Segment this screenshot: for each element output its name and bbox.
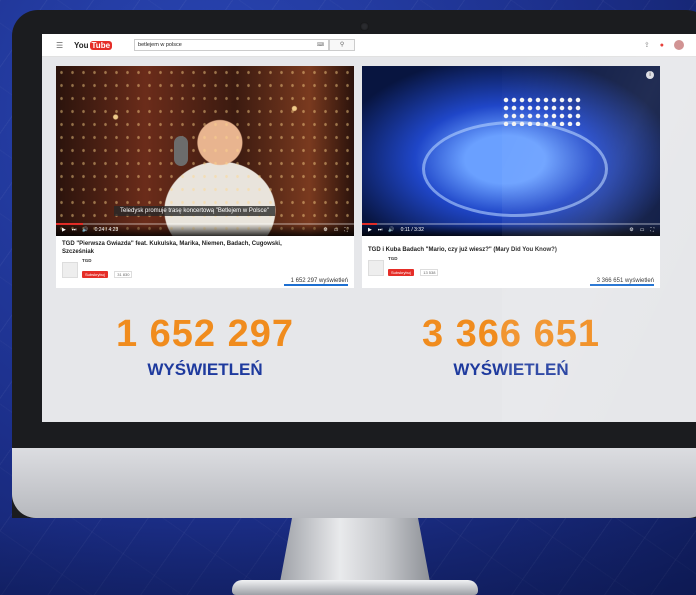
camera-icon — [360, 22, 369, 31]
channel-name[interactable]: TGD — [82, 258, 132, 263]
settings-icon[interactable]: ⚙ — [629, 227, 633, 233]
player-controls: ▶ ⏭ 🔊 0:11 / 3:32 ⚙ ▭ ⛶ — [362, 224, 660, 236]
time-display: 0:11 / 3:32 — [400, 227, 424, 233]
search-input[interactable]: betlejem w polsce ⌨ — [134, 39, 330, 51]
video-caption: Teledysk promuje trasę koncertową "Betle… — [114, 206, 275, 216]
views-number: 3 366 651 — [421, 313, 601, 355]
play-icon[interactable]: ▶ — [62, 227, 66, 233]
avatar[interactable] — [674, 40, 684, 50]
theater-icon[interactable]: ▭ — [334, 227, 339, 233]
subscriber-count: 13 538 — [420, 269, 439, 276]
search-button[interactable]: ⚲ — [329, 39, 356, 51]
subscriber-count: 31 830 — [114, 271, 133, 278]
microphone-image — [174, 136, 188, 166]
views-label: WYŚWIETLEŃ — [453, 360, 569, 379]
upload-icon[interactable]: ⇪ — [644, 41, 650, 49]
volume-icon[interactable]: 🔊 — [82, 227, 88, 233]
video-player-1[interactable]: Teledysk promuje trasę koncertową "Betle… — [56, 66, 354, 236]
channel-name[interactable]: TGD — [388, 256, 438, 261]
channel-row: TGD Subskrybuj 13 538 — [368, 256, 654, 279]
channel-avatar[interactable] — [368, 259, 384, 276]
views-label: WYŚWIETLEŃ — [147, 360, 263, 379]
search-icon: ⚲ — [339, 42, 345, 48]
views-number: 1 652 297 — [115, 313, 295, 355]
settings-icon[interactable]: ⚙ — [323, 227, 327, 233]
fullscreen-icon[interactable]: ⛶ — [344, 227, 348, 233]
video-meta-1: TGD "Pierwsza Gwiazda" feat. Kukulska, M… — [56, 236, 354, 288]
keyboard-icon[interactable]: ⌨ — [317, 40, 324, 50]
time-display: 0:24 / 4:23 — [94, 227, 119, 233]
fullscreen-icon[interactable]: ⛶ — [650, 227, 654, 233]
header-actions: ⇪ ● — [644, 40, 684, 50]
video-title[interactable]: TGD "Pierwsza Gwiazda" feat. Kukulska, M… — [62, 240, 292, 256]
youtube-header: ☰ You Tube betlejem w polsce ⌨ ⚲ ⇪ ● — [42, 34, 696, 57]
monitor-chin — [12, 448, 696, 518]
video-title[interactable]: TGD i Kuba Badach "Mario, czy już wiesz?… — [368, 246, 598, 254]
likes-bar — [590, 284, 654, 286]
youtube-logo[interactable]: You Tube — [74, 40, 113, 50]
screen: ☰ You Tube betlejem w polsce ⌨ ⚲ ⇪ ● Tel… — [42, 34, 696, 422]
video-player-2[interactable]: i ▶ ⏭ 🔊 0:11 / 3:32 ⚙ ▭ ⛶ — [362, 66, 660, 236]
monitor-stand — [280, 518, 430, 582]
choir-image — [502, 96, 582, 126]
channel-avatar[interactable] — [62, 261, 78, 278]
player-controls: ▶ ⏭ 🔊 0:24 / 4:23 ⚙ ▭ ⛶ — [56, 224, 354, 236]
next-icon[interactable]: ⏭ — [72, 227, 77, 233]
subscribe-button[interactable]: Subskrybuj — [388, 269, 414, 276]
play-icon[interactable]: ▶ — [368, 227, 372, 233]
likes-bar — [284, 284, 348, 286]
info-icon[interactable]: i — [646, 71, 654, 79]
hamburger-menu-icon[interactable]: ☰ — [56, 41, 66, 50]
stat-block-2: 3 366 651 WYŚWIETLEŃ — [362, 314, 660, 380]
volume-icon[interactable]: 🔊 — [388, 227, 394, 233]
video-meta-2: TGD i Kuba Badach "Mario, czy już wiesz?… — [362, 236, 660, 288]
video-card-2: i ▶ ⏭ 🔊 0:11 / 3:32 ⚙ ▭ ⛶ TGD i Kuba Bad… — [362, 66, 660, 288]
stat-block-1: 1 652 297 WYŚWIETLEŃ — [56, 314, 354, 380]
subscribe-button[interactable]: Subskrybuj — [82, 271, 108, 278]
stage-image — [422, 121, 608, 217]
next-icon[interactable]: ⏭ — [378, 227, 383, 233]
notifications-icon[interactable]: ● — [660, 42, 664, 49]
video-card-1: Teledysk promuje trasę koncertową "Betle… — [56, 66, 354, 288]
monitor-base — [232, 580, 478, 595]
theater-icon[interactable]: ▭ — [640, 227, 645, 233]
